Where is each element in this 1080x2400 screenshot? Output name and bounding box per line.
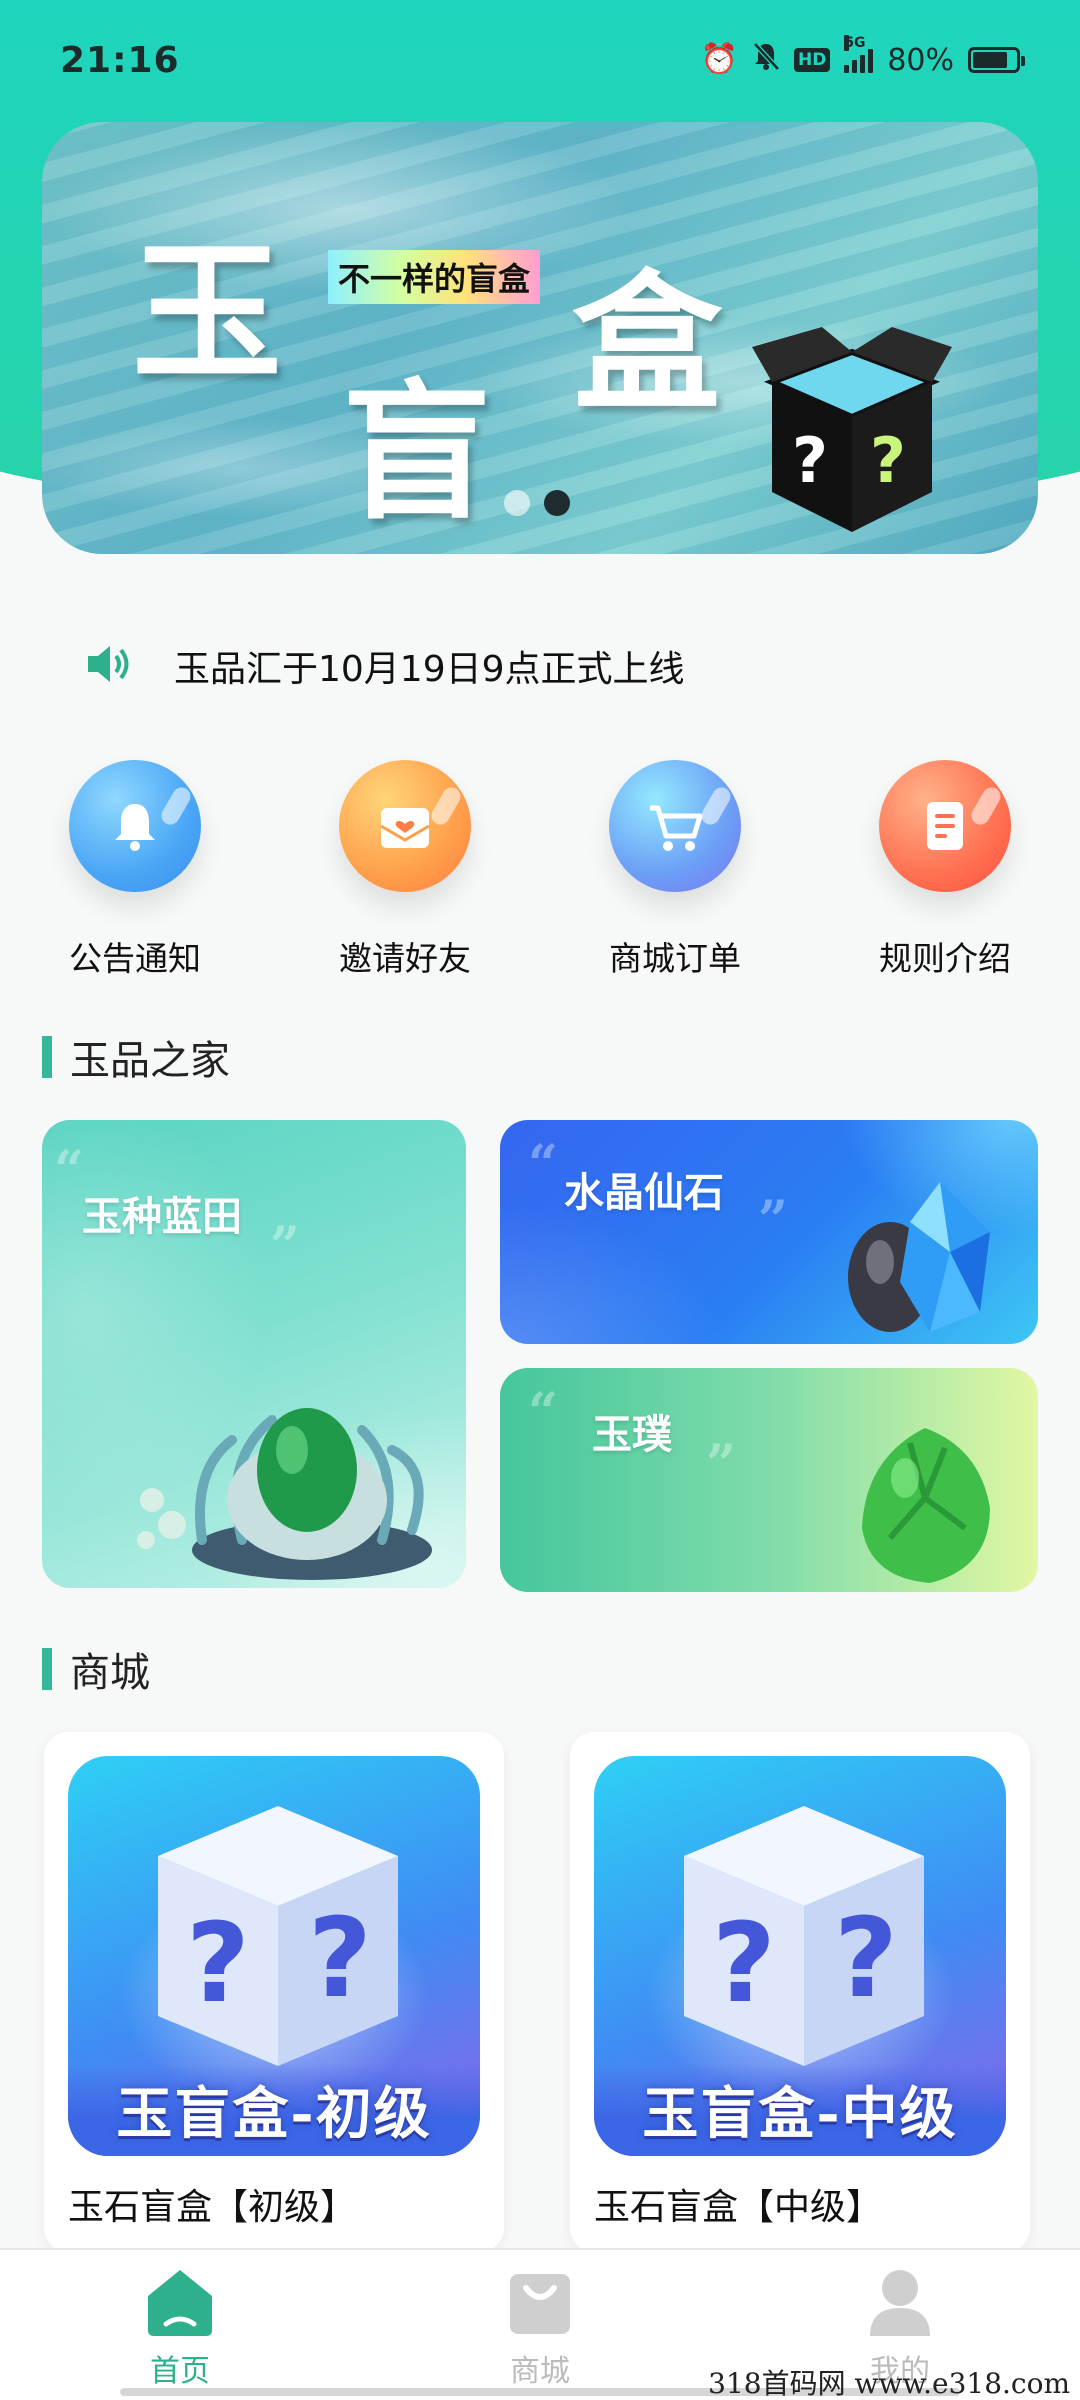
quote-close-icon: ” xyxy=(270,1216,300,1277)
nav-label: 商城 xyxy=(510,2354,570,2389)
hd-badge: HD xyxy=(793,48,831,72)
svg-text:?: ? xyxy=(712,1899,776,2027)
profile-icon xyxy=(870,2270,930,2336)
banner-char-3: 盒 xyxy=(572,255,723,431)
raw-jade-icon xyxy=(862,1428,990,1583)
nav-shop[interactable]: 商城 xyxy=(360,2250,720,2400)
menu-announcements[interactable]: 公告通知 xyxy=(0,760,270,980)
section-marker xyxy=(42,1036,52,1078)
menu-label: 商城订单 xyxy=(609,939,741,978)
section-shop: 商城 xyxy=(42,1640,150,1698)
promo-banner[interactable]: 玉 盲 盒 不一样的盲盒 ? ? xyxy=(42,122,1038,554)
mystery-cube-icon: ? ? xyxy=(684,1806,924,2066)
mystery-cube-icon: ? ? xyxy=(158,1806,398,2066)
box-mark-right: ? xyxy=(870,424,906,497)
signal-icon: 5G xyxy=(844,35,874,73)
home-icon xyxy=(148,2270,212,2336)
banner-dot[interactable] xyxy=(544,490,570,516)
quote-open-icon: “ xyxy=(528,1134,558,1195)
shop-item-card[interactable]: ? ? 玉盲盒-初级 玉石盲盒【初级】 xyxy=(44,1732,504,2252)
jade-card-lantian[interactable]: “ 玉种蓝田 ” xyxy=(42,1120,466,1588)
section-title: 商城 xyxy=(70,1650,150,1696)
jade-card-title: 玉种蓝田 xyxy=(82,1194,242,1240)
mystery-box-icon: ? ? xyxy=(752,327,952,532)
product-image: ? ? 玉盲盒-初级 xyxy=(68,1756,480,2156)
jade-card-title: 玉璞 xyxy=(592,1412,672,1458)
section-title: 玉品之家 xyxy=(70,1038,230,1084)
home-screen: 21:16 ⏰ HD 5G 80% 玉 盲 盒 不一样的盲盒 ? ? 玉品汇于1… xyxy=(0,0,1080,2400)
product-ribbon: 玉盲盒-初级 xyxy=(68,2064,480,2156)
invite-envelope-icon xyxy=(339,760,471,892)
battery-fill xyxy=(973,52,1007,68)
quote-open-icon: “ xyxy=(528,1382,558,1443)
watermark-text: 318首码网 www.e318.com xyxy=(708,2367,1070,2400)
shopping-bag-icon xyxy=(510,2274,570,2334)
svg-text:?: ? xyxy=(186,1899,250,2027)
product-ribbon-text: 玉盲盒-初级 xyxy=(116,2081,432,2147)
notice-bar[interactable]: 玉品汇于10月19日9点正式上线 xyxy=(84,640,685,692)
quick-menu: 公告通知 邀请好友 商城订单 规则介绍 xyxy=(0,760,1080,980)
product-name: 玉石盲盒【中级】 xyxy=(594,2187,883,2228)
svg-text:?: ? xyxy=(834,1894,898,2022)
section-marker xyxy=(42,1648,52,1690)
quote-close-icon: ” xyxy=(706,1434,736,1495)
box-mark-left: ? xyxy=(792,424,828,497)
banner-char-1: 玉 xyxy=(132,225,283,401)
banner-char-2: 盲 xyxy=(342,365,493,541)
nav-home[interactable]: 首页 xyxy=(0,2250,360,2400)
battery-percent: 80% xyxy=(887,42,954,78)
quote-close-icon: ” xyxy=(758,1190,788,1251)
crystal-stone-icon xyxy=(848,1182,990,1332)
menu-shop-orders[interactable]: 商城订单 xyxy=(540,760,810,980)
jade-card-title: 水晶仙石 xyxy=(564,1170,724,1216)
banner-dot[interactable] xyxy=(504,490,530,516)
jade-card-raw[interactable]: “ 玉璞 ” xyxy=(500,1368,1038,1592)
menu-invite-friends[interactable]: 邀请好友 xyxy=(270,760,540,980)
menu-rules[interactable]: 规则介绍 xyxy=(810,760,1080,980)
menu-label: 规则介绍 xyxy=(879,939,1011,978)
banner-pagination xyxy=(504,490,570,516)
status-icons: ⏰ HD 5G 80% xyxy=(700,35,1025,79)
mute-bell-icon xyxy=(752,41,780,79)
product-ribbon: 玉盲盒-中级 xyxy=(594,2064,1006,2156)
status-time: 21:16 xyxy=(60,39,180,81)
status-bar: 21:16 ⏰ HD 5G 80% xyxy=(0,0,1080,120)
cart-icon xyxy=(609,760,741,892)
jade-nest-icon xyxy=(137,1408,432,1580)
battery-icon xyxy=(968,47,1025,73)
section-jade-home: 玉品之家 xyxy=(42,1028,230,1086)
bell-icon xyxy=(69,760,201,892)
quote-open-icon: “ xyxy=(54,1140,84,1201)
notice-text: 玉品汇于10月19日9点正式上线 xyxy=(174,649,685,690)
menu-label: 公告通知 xyxy=(69,939,201,978)
product-ribbon-text: 玉盲盒-中级 xyxy=(642,2081,958,2147)
banner-tagline: 不一样的盲盒 xyxy=(328,250,541,304)
menu-label: 邀请好友 xyxy=(339,939,471,978)
nav-label: 首页 xyxy=(150,2354,210,2389)
product-image: ? ? 玉盲盒-中级 xyxy=(594,1756,1006,2156)
speaker-icon xyxy=(84,642,134,690)
network-type: 5G xyxy=(844,35,866,51)
product-name: 玉石盲盒【初级】 xyxy=(68,2187,357,2228)
shop-item-card[interactable]: ? ? 玉盲盒-中级 玉石盲盒【中级】 xyxy=(570,1732,1030,2252)
document-icon xyxy=(879,760,1011,892)
jade-card-crystal[interactable]: “ 水晶仙石 ” xyxy=(500,1120,1038,1344)
svg-text:?: ? xyxy=(308,1894,372,2022)
alarm-icon: ⏰ xyxy=(700,42,738,77)
